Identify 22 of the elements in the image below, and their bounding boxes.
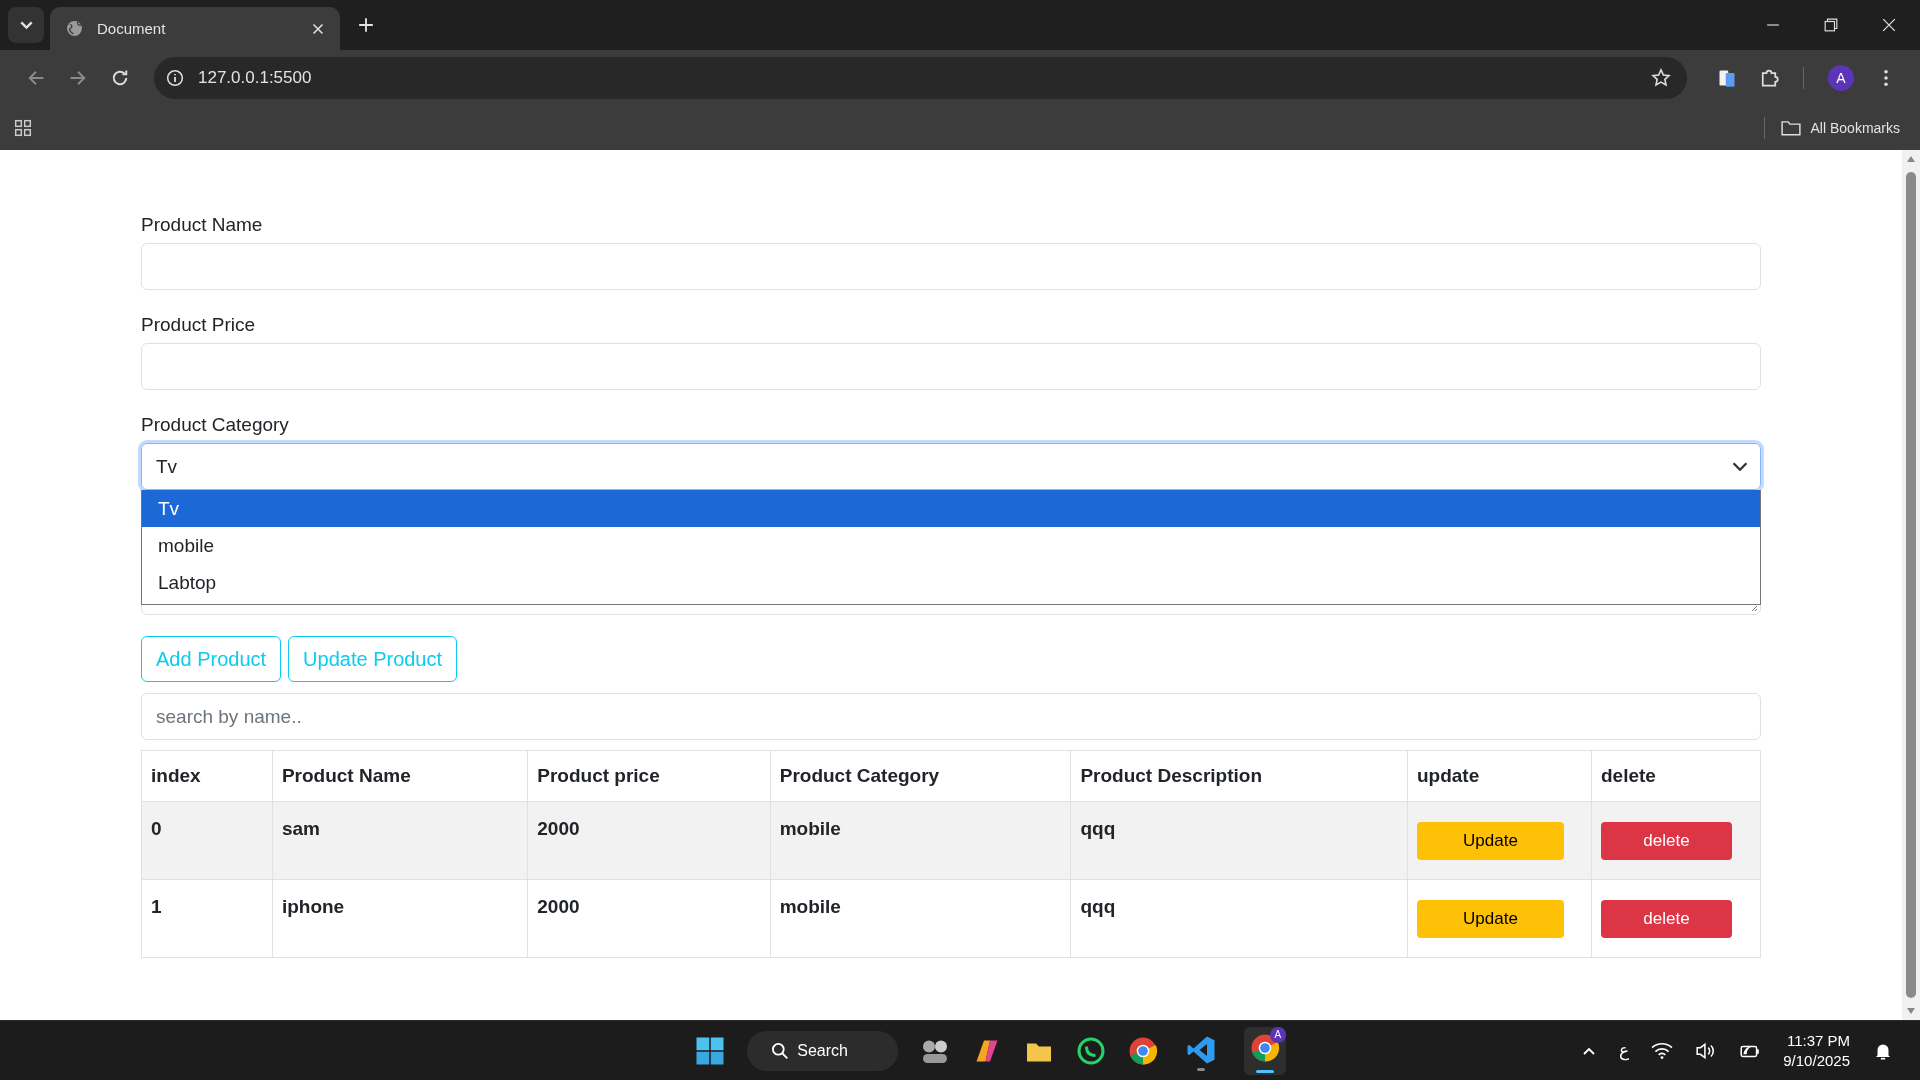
table-cell: 2000 [527,801,771,880]
column-header: Product Category [770,750,1071,802]
column-header: update [1407,750,1592,802]
table-cell: 1 [141,879,273,958]
column-header: Product Description [1070,750,1408,802]
table-cell: qqq [1070,879,1408,958]
table-cell: 2000 [527,879,771,958]
column-header: delete [1591,750,1761,802]
column-header: Product Name [272,750,528,802]
table-cell: 0 [141,801,273,880]
field-label: Product Name [141,214,264,236]
table-cell: mobile [770,879,1071,958]
table-cell: iphone [272,879,528,958]
table-cell: mobile [770,801,1071,880]
field-label: Product Category [141,414,290,436]
profile-badge: A [1269,1026,1286,1043]
table-cell: qqq [1070,801,1408,880]
field-label: Product Price [141,314,257,336]
url-text: 127.0.0.1:5500 [198,68,312,88]
column-header: Product price [527,750,771,802]
column-header: index [141,750,273,802]
table-cell: sam [272,801,528,880]
